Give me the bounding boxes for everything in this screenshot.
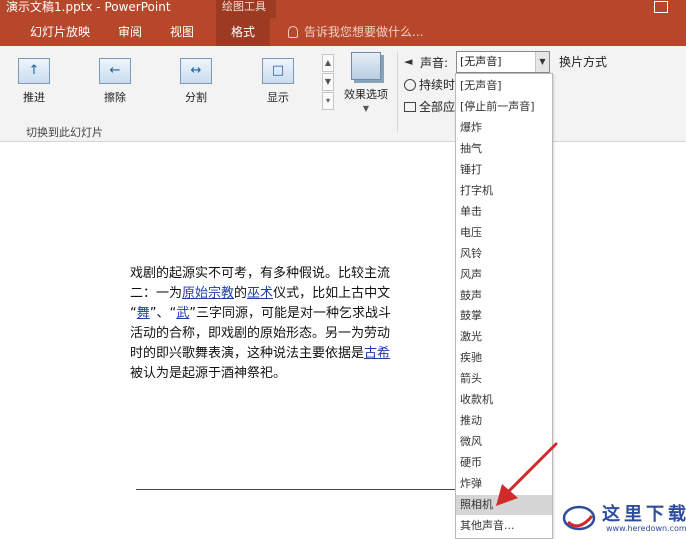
slide-textbox[interactable]: 戏剧的起源实不可考，有多种假说。比较主流 二：一为原始宗教的巫术仪式，比如上古中… [130, 264, 460, 384]
transition-label: 分割 [185, 91, 207, 104]
chevron-down-icon[interactable]: ▼ [535, 52, 549, 72]
sound-option[interactable]: 激光 [456, 327, 552, 347]
sound-option[interactable]: 箭头 [456, 369, 552, 389]
sound-option[interactable]: 电压 [456, 223, 552, 243]
reveal-icon: □ [262, 58, 294, 84]
slide-text-line: “舞”、“武”三字同源，可能是对一种乞求战斗 [130, 306, 392, 321]
effect-options-label: 效果选项 [344, 88, 388, 101]
watermark-url: www.heredown.com [606, 524, 686, 533]
watermark: 这里下载 www.heredown.com [560, 496, 686, 539]
sound-option[interactable]: 疾驰 [456, 348, 552, 368]
group-divider [397, 52, 398, 132]
apply-all-button[interactable]: 全部应 [404, 98, 455, 118]
speaker-icon: ◄ [404, 55, 413, 68]
tab-view[interactable]: 视图 [164, 18, 200, 46]
advance-slide-label: 换片方式 [559, 55, 608, 69]
sound-option[interactable]: 鼓声 [456, 286, 552, 306]
sound-option[interactable]: 抽气 [456, 139, 552, 159]
sound-option[interactable]: 风声 [456, 265, 552, 285]
transition-reveal-button[interactable]: □ 显示 [253, 58, 303, 106]
transition-label: 推进 [23, 91, 45, 104]
tab-format[interactable]: 格式 [216, 18, 270, 46]
apply-all-icon [404, 102, 416, 112]
lightbulb-icon [288, 26, 298, 38]
tab-review[interactable]: 审阅 [112, 18, 148, 46]
sound-option[interactable]: 推动 [456, 411, 552, 431]
slide-divider-line [136, 489, 456, 490]
slide-canvas[interactable]: 戏剧的起源实不可考，有多种假说。比较主流 二：一为原始宗教的巫术仪式，比如上古中… [0, 143, 686, 539]
annotation-arrow-icon [496, 442, 558, 506]
slide-text-line: 时的即兴歌舞表演，这种说法主要依据是古希 [130, 346, 391, 361]
duration-label: 持续时 [419, 78, 456, 92]
sound-option[interactable]: 鼓掌 [456, 306, 552, 326]
wipe-left-icon: ← [99, 58, 131, 84]
gallery-scrollbar: ▲ ▼ ▾ [322, 54, 334, 112]
tell-me-search[interactable]: 告诉我您想要做什么... [288, 18, 423, 46]
watermark-logo-icon [562, 505, 596, 531]
sound-label: 声音: [420, 56, 449, 70]
gallery-scroll-down-icon[interactable]: ▼ [322, 73, 334, 91]
slide-text-line: 戏剧的起源实不可考，有多种假说。比较主流 [130, 266, 391, 281]
apply-all-label: 全部应 [419, 100, 456, 114]
hyperlink[interactable]: 舞 [137, 306, 150, 321]
sound-option[interactable]: [无声音] [456, 76, 552, 96]
sound-option[interactable]: 爆炸 [456, 118, 552, 138]
transition-label: 擦除 [104, 91, 126, 104]
title-bar: 演示文稿1.pptx - PowerPoint 绘图工具 [0, 0, 686, 18]
hyperlink[interactable]: 古希 [364, 346, 390, 361]
clock-icon [404, 79, 416, 91]
effect-options-icon [351, 52, 381, 80]
sound-option[interactable]: 单击 [456, 202, 552, 222]
tab-slideshow[interactable]: 幻灯片放映 [22, 18, 98, 46]
watermark-text: 这里下载 [602, 504, 686, 525]
transition-split-button[interactable]: ↔ 分割 [171, 58, 221, 106]
sound-option[interactable]: 打字机 [456, 181, 552, 201]
sound-dropdown-value: [无声音] [460, 55, 502, 68]
slide-text-line: 活动的合称，即戏剧的原始形态。另一为劳动 [130, 326, 391, 341]
transition-wipe-button[interactable]: ← 擦除 [90, 58, 140, 106]
slide-text-line: 二：一为原始宗教的巫术仪式，比如上古中文 [130, 286, 391, 301]
restore-window-icon[interactable] [654, 1, 668, 13]
sound-option[interactable]: [停止前一声音] [456, 97, 552, 117]
sound-option[interactable]: 其他声音... [456, 516, 552, 536]
tool-group-label: 绘图工具 [216, 0, 276, 18]
effect-options-button[interactable]: 效果选项 ▼ [338, 52, 394, 118]
tell-me-text: 告诉我您想要做什么... [304, 25, 424, 39]
hyperlink[interactable]: 巫术 [247, 286, 273, 301]
transition-push-button[interactable]: ↑ 推进 [9, 58, 59, 106]
ribbon-tab-row: 幻灯片放映 审阅 视图 格式 告诉我您想要做什么... [0, 18, 686, 46]
gallery-scroll-up-icon[interactable]: ▲ [322, 54, 334, 72]
gallery-more-icon[interactable]: ▾ [322, 92, 334, 110]
duration-row: 持续时 [404, 76, 455, 96]
hyperlink[interactable]: 原始宗教 [182, 286, 234, 301]
sound-option[interactable]: 收款机 [456, 390, 552, 410]
push-up-icon: ↑ [18, 58, 50, 84]
sound-dropdown[interactable]: [无声音] ▼ [456, 51, 550, 73]
sound-option[interactable]: 锤打 [456, 160, 552, 180]
chevron-down-icon: ▼ [362, 104, 370, 113]
ribbon-group-label: 切换到此幻灯片 [26, 126, 103, 139]
hyperlink[interactable]: 武 [176, 306, 189, 321]
split-icon: ↔ [180, 58, 212, 84]
transition-label: 显示 [267, 91, 289, 104]
slide-text-line: 被认为是起源于酒神祭祀。 [130, 366, 287, 381]
sound-option[interactable]: 风铃 [456, 244, 552, 264]
window-title: 演示文稿1.pptx - PowerPoint [6, 0, 171, 14]
